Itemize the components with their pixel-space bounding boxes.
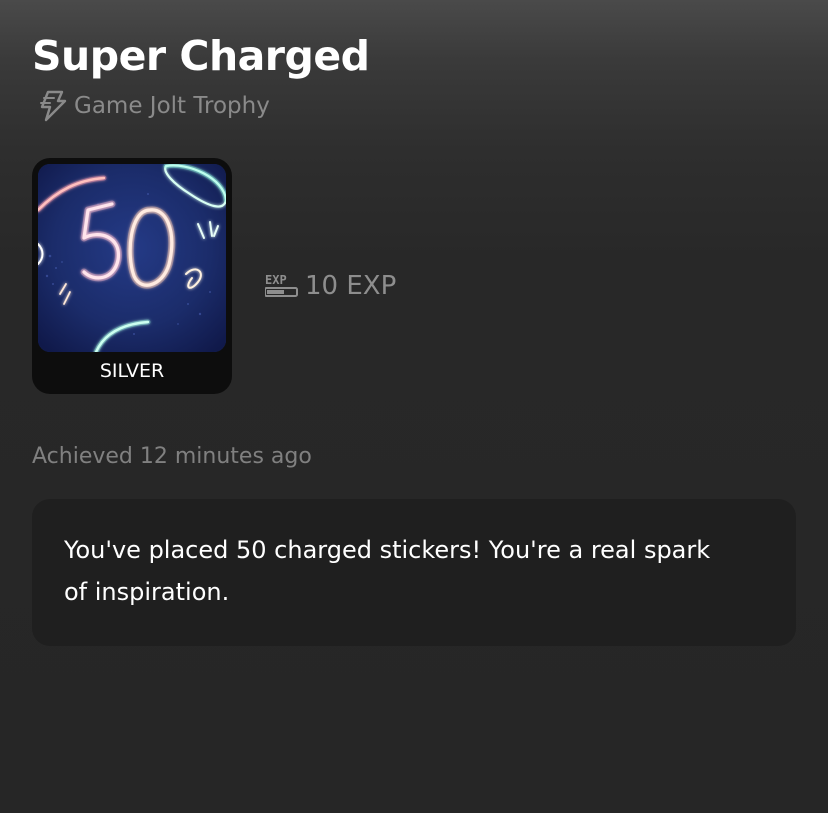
trophy-description: You've placed 50 charged stickers! You'r… [64, 536, 711, 606]
exp-bar-icon: EXP [264, 272, 299, 300]
trophy-exp: EXP 10 EXP [264, 266, 397, 306]
trophy-detail-page: Super Charged Game Jolt Trophy SILVER EX… [0, 0, 828, 813]
trophy-description-card: You've placed 50 charged stickers! You'r… [32, 499, 796, 646]
svg-text:EXP: EXP [265, 273, 287, 287]
trophy-image [38, 164, 226, 352]
trophy-card[interactable]: SILVER [32, 158, 232, 394]
trophy-source: Game Jolt Trophy [36, 88, 270, 124]
achieved-timestamp: Achieved 12 minutes ago [32, 444, 312, 469]
trophy-title: Super Charged [32, 32, 370, 80]
lightning-bolt-icon [36, 90, 68, 122]
trophy-exp-value: 10 EXP [305, 271, 397, 301]
trophy-source-label: Game Jolt Trophy [74, 93, 270, 119]
trophy-tier-label: SILVER [99, 360, 165, 382]
